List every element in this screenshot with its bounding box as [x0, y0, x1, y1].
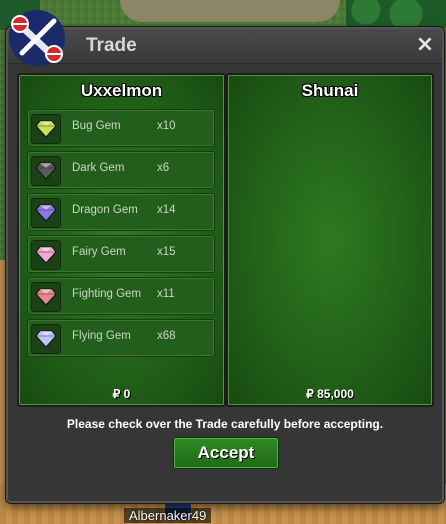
- trade-window: Trade × Uxxelmon Bug Gem x10 Dark Gem x6 Dra…: [6, 10, 444, 503]
- my-offer-panel: Uxxelmon Bug Gem x10 Dark Gem x6 Dragon Gem x…: [17, 73, 226, 407]
- dragon-gem-icon: [31, 198, 61, 228]
- accept-button[interactable]: Accept: [173, 437, 279, 469]
- close-button[interactable]: ×: [414, 34, 436, 56]
- my-player-name: Uxxelmon: [80, 81, 163, 100]
- player-nameplate: Albernaker49: [124, 508, 212, 523]
- item-quantity: x68: [157, 330, 176, 342]
- item-name: Fairy Gem: [72, 246, 126, 258]
- trade-title: Trade: [86, 35, 137, 56]
- their-money-offer: ₽ 85,000: [306, 387, 354, 401]
- item-slot[interactable]: Dark Gem x6: [27, 151, 215, 189]
- item-name: Bug Gem: [72, 120, 121, 132]
- their-offer-panel: Shunai ₽ 85,000: [226, 73, 434, 407]
- item-name: Fighting Gem: [72, 288, 142, 300]
- dark-gem-icon: [31, 156, 61, 186]
- item-slot[interactable]: Flying Gem x68: [27, 319, 215, 357]
- bug-gem-icon: [31, 114, 61, 144]
- item-quantity: x10: [157, 120, 176, 132]
- fairy-gem-icon: [31, 240, 61, 270]
- trade-titlebar[interactable]: Trade ×: [8, 29, 442, 64]
- flying-gem-icon: [31, 324, 61, 354]
- item-quantity: x15: [157, 246, 176, 258]
- trade-notice: Please check over the Trade carefully be…: [66, 417, 384, 431]
- trade-logo-icon: [9, 10, 65, 66]
- item-quantity: x6: [157, 162, 170, 174]
- item-slot[interactable]: Dragon Gem x14: [27, 193, 215, 231]
- item-name: Dark Gem: [72, 162, 125, 174]
- item-name: Dragon Gem: [72, 204, 138, 216]
- item-slot[interactable]: Bug Gem x10: [27, 109, 215, 147]
- item-slot[interactable]: Fairy Gem x15: [27, 235, 215, 273]
- my-money-offer[interactable]: ₽ 0: [19, 387, 224, 401]
- my-offer-items: Bug Gem x10 Dark Gem x6 Dragon Gem x14 Fairy G…: [27, 109, 215, 361]
- item-name: Flying Gem: [72, 330, 131, 342]
- item-quantity: x14: [157, 204, 176, 216]
- tree-right: [346, 0, 446, 28]
- stone-structure: [120, 0, 340, 22]
- their-player-name: Shunai: [301, 81, 359, 100]
- fighting-gem-icon: [31, 282, 61, 312]
- item-quantity: x11: [157, 288, 175, 300]
- item-slot[interactable]: Fighting Gem x11: [27, 277, 215, 315]
